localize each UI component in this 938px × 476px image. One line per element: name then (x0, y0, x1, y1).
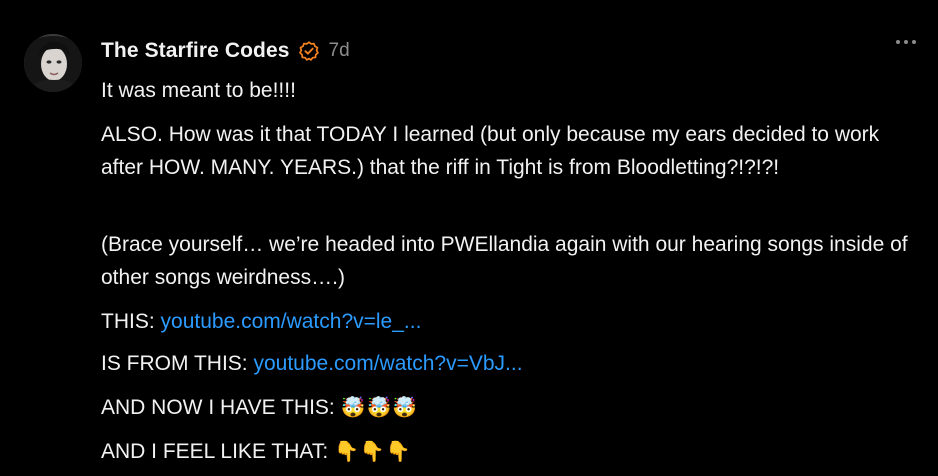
youtube-link-1[interactable]: youtube.com/watch?v=le_... (161, 310, 422, 333)
is-from-this-label: IS FROM THIS: (101, 352, 254, 375)
exploding-head-emoji: 🤯🤯🤯 (340, 395, 419, 419)
youtube-link-2[interactable]: youtube.com/watch?v=VbJ... (253, 352, 522, 375)
pointing-down-emoji: 👇👇👇 (334, 439, 412, 463)
post-paragraph-5: IS FROM THIS: youtube.com/watch?v=VbJ... (101, 347, 523, 380)
post-paragraph-2: ALSO. How was it that TODAY I learned (b… (101, 123, 880, 179)
post-paragraph-4: THIS: youtube.com/watch?v=le_... (101, 305, 421, 338)
post-header: The Starfire Codes 7d (101, 36, 350, 66)
verified-check-icon (298, 41, 319, 61)
and-i-feel-label: AND I FEEL LIKE THAT: (101, 440, 335, 463)
post-paragraph-6: AND NOW I HAVE THIS: 🤯🤯🤯 (101, 391, 418, 424)
more-options-icon[interactable] (896, 40, 916, 44)
more-dot (896, 40, 900, 44)
and-now-label: AND NOW I HAVE THIS: (101, 396, 341, 419)
post-paragraph-3: (Brace yourself… we’re headed into PWEll… (101, 233, 908, 289)
post-paragraph-1: It was meant to be!!!! (101, 79, 296, 102)
author-name[interactable]: The Starfire Codes (101, 39, 290, 63)
post-timestamp[interactable]: 7d (329, 40, 350, 62)
more-dot (912, 40, 916, 44)
avatar[interactable] (24, 34, 82, 92)
this-label: THIS: (101, 310, 161, 333)
more-dot (904, 40, 908, 44)
avatar-image (24, 34, 82, 92)
post-paragraph-7: AND I FEEL LIKE THAT: 👇👇👇 (101, 435, 412, 468)
